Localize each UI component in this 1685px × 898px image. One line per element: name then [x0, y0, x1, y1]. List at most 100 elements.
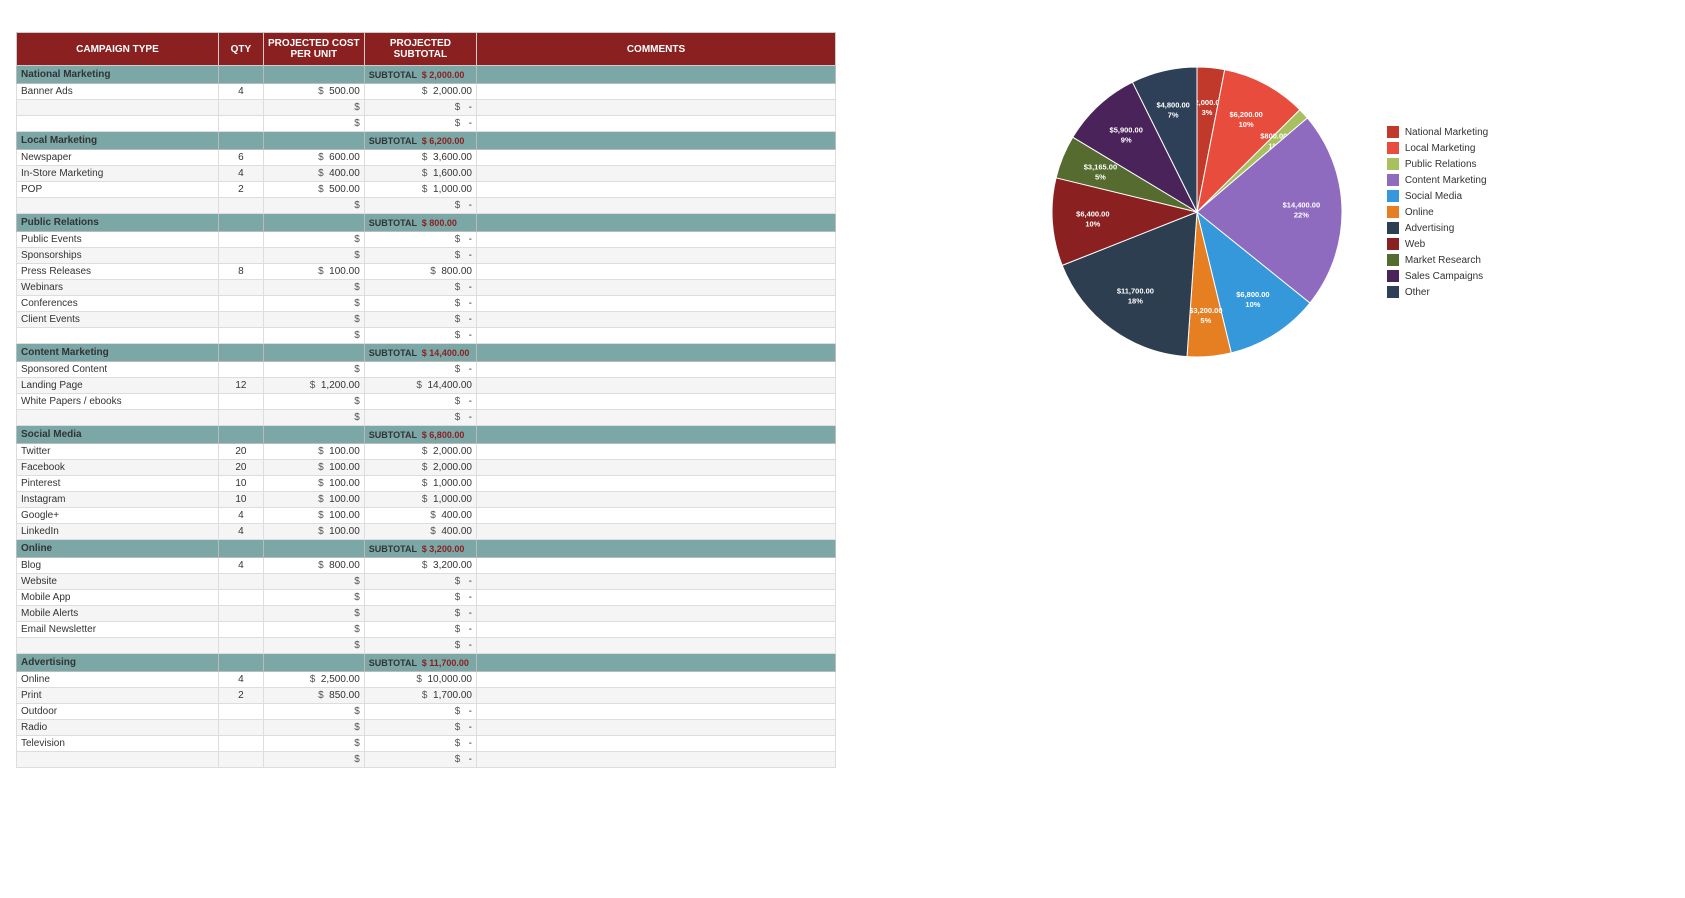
item-subtotal: $ - [364, 590, 476, 606]
item-subtotal: $ 14,400.00 [364, 378, 476, 394]
item-name: Conferences [17, 296, 219, 312]
header-projected-subtotal: PROJECTED SUBTOTAL [364, 33, 476, 66]
item-name: Blog [17, 558, 219, 574]
legend-color-box [1387, 238, 1399, 250]
item-cost: $ [263, 328, 364, 344]
category-row: National Marketing SUBTOTAL $ 2,000.00 [17, 66, 836, 84]
table-row: Mobile Alerts $ $ - [17, 606, 836, 622]
item-comments [476, 590, 835, 606]
item-comments [476, 328, 835, 344]
table-container: CAMPAIGN TYPE QTY PROJECTED COST PER UNI… [16, 32, 836, 768]
item-cost: $ 100.00 [263, 264, 364, 280]
item-name: Instagram [17, 492, 219, 508]
item-qty: 10 [218, 492, 263, 508]
pie-label-pct: 22% [1294, 211, 1309, 220]
item-comments [476, 524, 835, 540]
item-cost: $ [263, 590, 364, 606]
item-qty: 10 [218, 476, 263, 492]
item-subtotal: $ - [364, 638, 476, 654]
category-qty [218, 654, 263, 672]
table-row: Print 2 $ 850.00 $ 1,700.00 [17, 688, 836, 704]
item-qty: 4 [218, 84, 263, 100]
item-qty [218, 248, 263, 264]
item-name: Landing Page [17, 378, 219, 394]
table-row: Outdoor $ $ - [17, 704, 836, 720]
table-row: Sponsored Content $ $ - [17, 362, 836, 378]
item-subtotal: $ 2,000.00 [364, 84, 476, 100]
item-qty [218, 410, 263, 426]
category-row: Public Relations SUBTOTAL $ 800.00 [17, 214, 836, 232]
table-row: Online 4 $ 2,500.00 $ 10,000.00 [17, 672, 836, 688]
category-row: Online SUBTOTAL $ 3,200.00 [17, 540, 836, 558]
item-comments [476, 100, 835, 116]
table-row: Pinterest 10 $ 100.00 $ 1,000.00 [17, 476, 836, 492]
item-comments [476, 672, 835, 688]
legend-color-box [1387, 206, 1399, 218]
table-row: Email Newsletter $ $ - [17, 622, 836, 638]
item-qty: 12 [218, 378, 263, 394]
table-row: Radio $ $ - [17, 720, 836, 736]
item-subtotal: $ - [364, 248, 476, 264]
category-comments [476, 540, 835, 558]
item-cost: $ [263, 198, 364, 214]
pie-chart-wrapper: $2,000.003%$6,200.0010%$800.001%$14,400.… [1037, 52, 1357, 372]
pie-label-pct: 10% [1238, 120, 1253, 129]
category-row: Social Media SUBTOTAL $ 6,800.00 [17, 426, 836, 444]
chart-legend: National Marketing Local Marketing Publi… [1387, 126, 1488, 298]
item-qty [218, 622, 263, 638]
item-subtotal: $ 1,000.00 [364, 492, 476, 508]
header-qty: QTY [218, 33, 263, 66]
item-comments [476, 362, 835, 378]
category-cost [263, 132, 364, 150]
pie-label-value: $3,165.00 [1084, 162, 1117, 171]
item-qty: 4 [218, 558, 263, 574]
item-cost: $ 1,200.00 [263, 378, 364, 394]
legend-item: National Marketing [1387, 126, 1488, 138]
item-comments [476, 476, 835, 492]
item-name: Sponsorships [17, 248, 219, 264]
item-qty [218, 590, 263, 606]
item-name: Sponsored Content [17, 362, 219, 378]
legend-color-box [1387, 222, 1399, 234]
legend-color-box [1387, 286, 1399, 298]
item-cost: $ [263, 296, 364, 312]
legend-label: Sales Campaigns [1405, 271, 1483, 282]
legend-color-box [1387, 190, 1399, 202]
item-qty: 4 [218, 524, 263, 540]
category-name: Public Relations [17, 214, 219, 232]
item-comments [476, 84, 835, 100]
table-row: Twitter 20 $ 100.00 $ 2,000.00 [17, 444, 836, 460]
item-name: LinkedIn [17, 524, 219, 540]
item-comments [476, 688, 835, 704]
item-name: Facebook [17, 460, 219, 476]
pie-label-pct: 10% [1245, 300, 1260, 309]
item-name: Pinterest [17, 476, 219, 492]
item-name: In-Store Marketing [17, 166, 219, 182]
item-qty: 2 [218, 688, 263, 704]
legend-color-box [1387, 126, 1399, 138]
item-qty [218, 280, 263, 296]
item-qty: 8 [218, 264, 263, 280]
item-name: Banner Ads [17, 84, 219, 100]
item-name: Google+ [17, 508, 219, 524]
legend-label: Content Marketing [1405, 175, 1487, 186]
item-qty [218, 116, 263, 132]
main-layout: CAMPAIGN TYPE QTY PROJECTED COST PER UNI… [16, 32, 1669, 768]
item-subtotal: $ - [364, 736, 476, 752]
item-subtotal: $ - [364, 362, 476, 378]
chart-area: $2,000.003%$6,200.0010%$800.001%$14,400.… [856, 32, 1669, 372]
legend-label: Public Relations [1405, 159, 1477, 170]
item-comments [476, 394, 835, 410]
category-name: Advertising [17, 654, 219, 672]
item-qty: 6 [218, 150, 263, 166]
table-row: Press Releases 8 $ 100.00 $ 800.00 [17, 264, 836, 280]
item-cost: $ 100.00 [263, 476, 364, 492]
item-cost: $ [263, 100, 364, 116]
category-subtotal-label: SUBTOTAL $ 3,200.00 [364, 540, 476, 558]
item-qty: 4 [218, 672, 263, 688]
legend-item: Other [1387, 286, 1488, 298]
category-subtotal-label: SUBTOTAL $ 2,000.00 [364, 66, 476, 84]
category-qty [218, 214, 263, 232]
table-row: Public Events $ $ - [17, 232, 836, 248]
item-comments [476, 638, 835, 654]
